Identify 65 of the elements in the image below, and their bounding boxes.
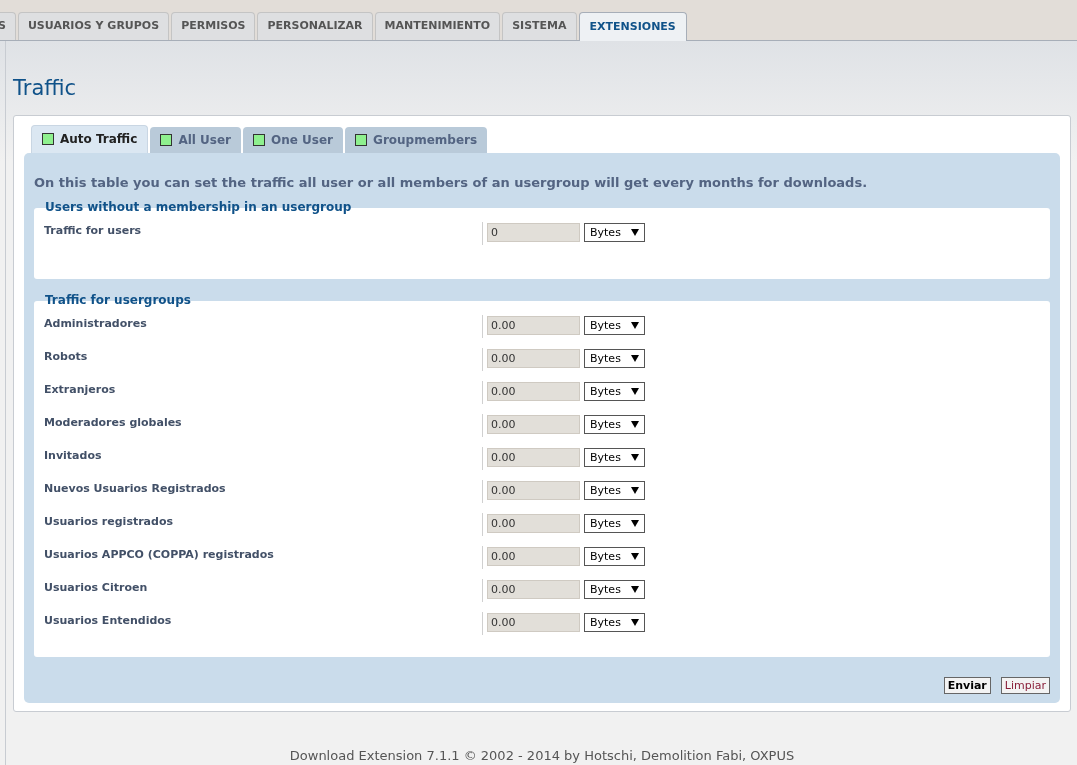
nav-tab[interactable]: PERMISOS <box>171 12 256 40</box>
caret-icon <box>631 355 639 363</box>
tab[interactable]: All User <box>150 126 241 153</box>
nav-tab[interactable]: PERSONALIZAR <box>257 12 373 40</box>
field-label: Usuarios Entendidos <box>43 613 173 630</box>
tab[interactable]: One User <box>243 126 344 153</box>
square-icon <box>42 133 54 146</box>
unit-dropdown[interactable]: Bytes <box>584 514 645 534</box>
nav-tab[interactable]: SISTEMA <box>502 12 577 40</box>
traffic-input[interactable]: 0.00 <box>487 481 580 501</box>
field-label: Usuarios registrados <box>43 514 175 531</box>
nav-tab[interactable]: MANTENIMIENTO <box>374 12 501 40</box>
field-label: Invitados <box>43 448 103 465</box>
caret-icon <box>631 322 639 330</box>
caret-icon <box>631 229 639 237</box>
description-text: On this table you can set the traffic all user or all members of an usergroup will get every months for downloads. <box>34 173 869 192</box>
unit-dropdown[interactable]: Bytes <box>584 223 645 243</box>
traffic-input[interactable]: 0.00 <box>487 349 580 369</box>
footer-text: Download Extension 7.1.1 © 2002 - 2014 by Hotschi, Demolition Fabi, OXPUS <box>288 746 796 765</box>
caret-icon <box>631 388 639 396</box>
field-label: Usuarios Citroen <box>43 580 149 597</box>
tab[interactable]: Groupmembers <box>345 126 488 153</box>
caret-icon <box>631 553 639 561</box>
square-icon <box>355 133 368 146</box>
caret-icon <box>631 421 639 429</box>
traffic-input[interactable]: 0.00 <box>487 547 580 567</box>
fieldset-legend: Traffic for usergroups <box>45 293 191 308</box>
traffic-input[interactable]: 0 <box>487 223 580 243</box>
caret-icon <box>631 586 639 594</box>
unit-dropdown[interactable]: Bytes <box>584 415 645 435</box>
caret-icon <box>631 487 639 495</box>
traffic-input[interactable]: 0.00 <box>487 580 580 600</box>
unit-dropdown[interactable]: Bytes <box>584 382 645 402</box>
unit-dropdown[interactable]: Bytes <box>584 547 645 567</box>
nav-tab[interactable]: USUARIOS Y GRUPOS <box>17 12 170 40</box>
traffic-input[interactable]: 0.00 <box>487 382 580 402</box>
traffic-input[interactable]: 0.00 <box>487 415 580 435</box>
traffic-input[interactable]: 0.00 <box>487 514 580 534</box>
page-title: Traffic <box>13 75 78 102</box>
field-label: Extranjeros <box>43 382 117 399</box>
traffic-input[interactable]: 0.00 <box>487 316 580 336</box>
unit-dropdown[interactable]: Bytes <box>584 481 645 501</box>
fieldset-legend: Users without a membership in an usergroup <box>45 200 352 215</box>
unit-dropdown[interactable]: Bytes <box>584 580 645 600</box>
unit-dropdown[interactable]: Bytes <box>584 316 645 336</box>
caret-icon <box>631 454 639 462</box>
traffic-input[interactable]: 0.00 <box>487 613 580 633</box>
field-label: Traffic for users <box>43 223 143 240</box>
field-label: Administradores <box>43 316 148 333</box>
caret-icon <box>631 520 639 528</box>
caret-icon <box>631 619 639 627</box>
square-icon <box>253 133 265 146</box>
square-icon <box>160 133 173 146</box>
field-label: Robots <box>43 349 89 366</box>
field-label: Moderadores globales <box>43 415 183 432</box>
submit-button[interactable]: Enviar <box>943 676 991 694</box>
tab[interactable]: Auto Traffic <box>31 124 149 153</box>
nav-tab[interactable]: EXTENSIONES <box>578 12 687 41</box>
traffic-input[interactable]: 0.00 <box>487 448 580 468</box>
field-label: Usuarios APPCO (COPPA) registrados <box>43 547 275 564</box>
unit-dropdown[interactable]: Bytes <box>584 613 645 633</box>
field-label: Nuevos Usuarios Registrados <box>43 481 227 498</box>
unit-dropdown[interactable]: Bytes <box>584 349 645 369</box>
unit-dropdown[interactable]: Bytes <box>584 448 645 468</box>
reset-button[interactable]: Limpiar <box>1000 676 1050 694</box>
